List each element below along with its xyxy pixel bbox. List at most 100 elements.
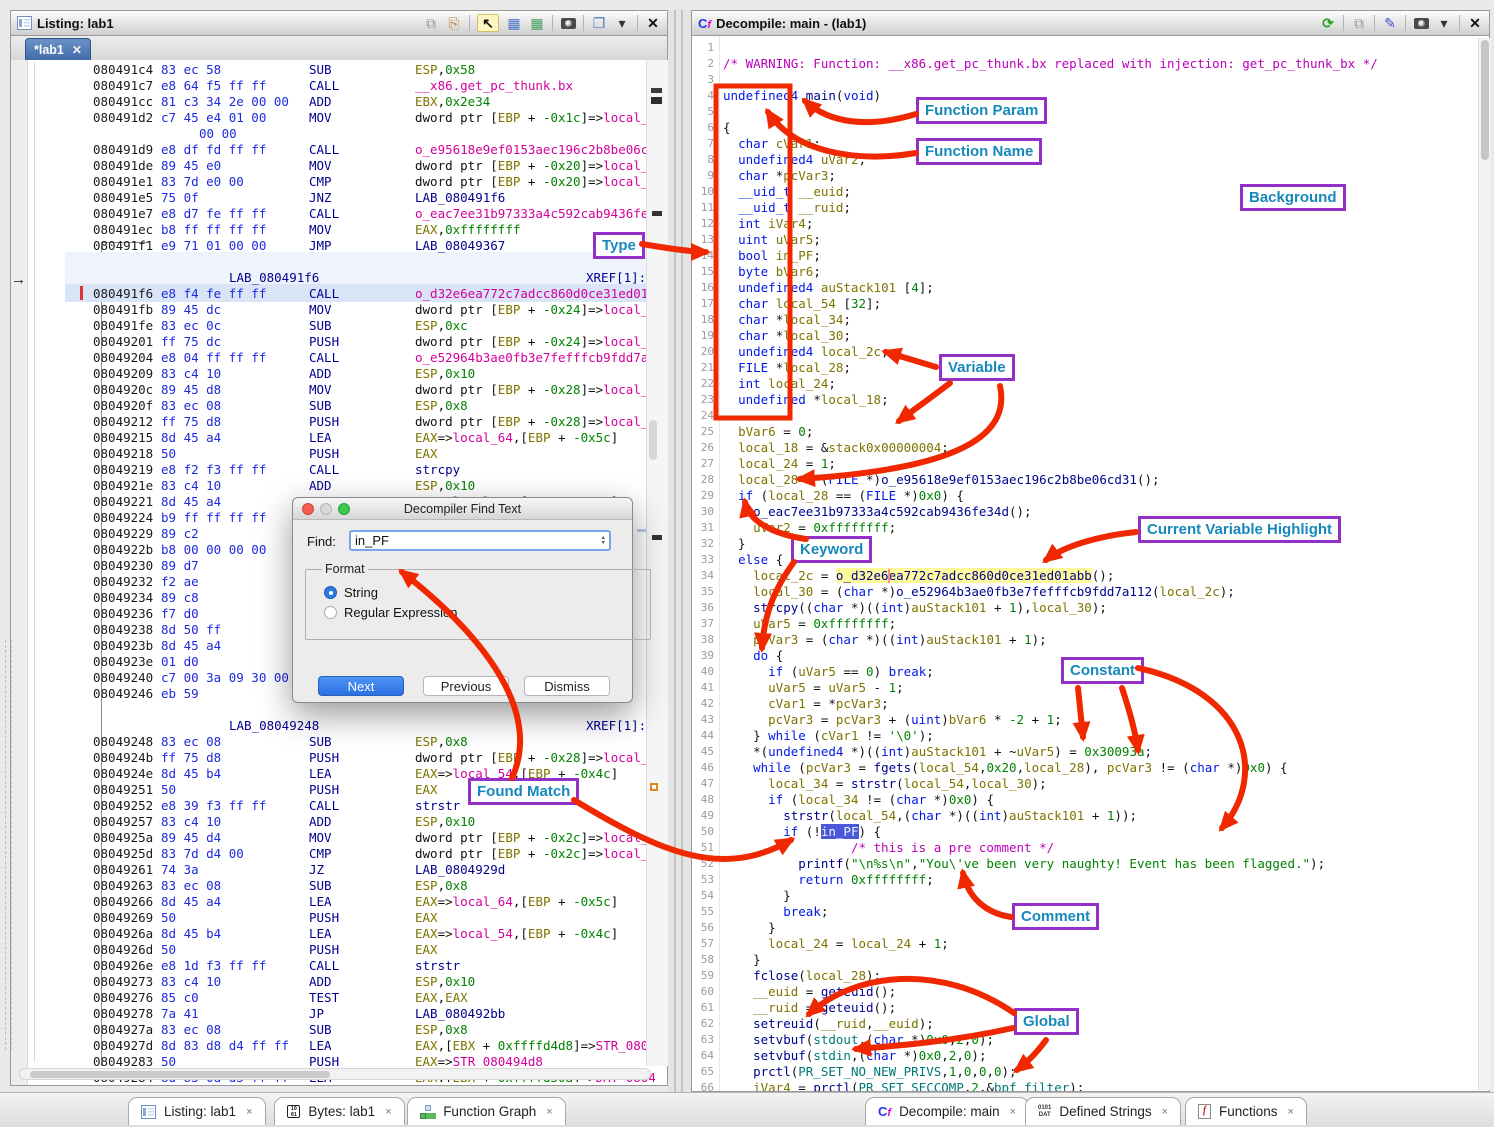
close-icon[interactable]: ✕ <box>645 15 661 31</box>
listing-doc-tab[interactable]: *lab1 ✕ <box>25 38 91 61</box>
listing-row[interactable]: 0804925783 c4 10ADDESP,0x10 <box>93 814 655 830</box>
decompiler-line[interactable]: prctl(PR_SET_NO_NEW_PRIVS,1,0,0,0); <box>723 1064 1017 1080</box>
table-edit-icon[interactable]: ▦ <box>529 15 545 31</box>
listing-row[interactable]: 0804926a8d 45 b4LEAEAX=>local_54,[EBP + … <box>93 926 655 942</box>
listing-row[interactable]: 0804920f83 ec 08SUBESP,0x8 <box>93 398 655 414</box>
listing-row[interactable] <box>93 254 655 270</box>
edit-icon[interactable]: ✎ <box>1382 15 1398 31</box>
decompiler-line[interactable]: uVar5 = uVar5 - 1; <box>723 680 904 696</box>
close-icon[interactable]: × <box>1162 1106 1168 1118</box>
listing-row[interactable]: 0804926174 3aJZLAB_0804929d <box>93 862 655 878</box>
listing-row[interactable]: 080491f1e9 71 01 00 00JMPLAB_08049367 <box>93 238 655 254</box>
decompiler-line[interactable]: if (!in_PF) { <box>723 824 881 840</box>
decompiler-line[interactable]: pcVar3 = pcVar3 + (uint)bVar6 * -2 + 1; <box>723 712 1062 728</box>
decompiler-line[interactable]: undefined4 uVar2; <box>723 152 866 168</box>
listing-row[interactable] <box>93 702 655 718</box>
decompiler-line[interactable]: undefined4 main(void) <box>723 88 881 104</box>
decompiler-line[interactable]: local_2c = o_d32e6ea772c7adcc860d0ce31ed… <box>723 568 1114 584</box>
decompiler-line[interactable]: /* this is a pre comment */ <box>723 840 1054 856</box>
listing-row[interactable]: 00 00 <box>93 126 655 142</box>
listing-row[interactable]: 080492158d 45 a4LEAEAX=>local_64,[EBP + … <box>93 430 655 446</box>
listing-row[interactable]: 0804924bff 75 d8PUSHdword ptr [EBP + -0x… <box>93 750 655 766</box>
nav-mark[interactable] <box>652 211 662 216</box>
decompiler-line[interactable]: setreuid(__ruid,__euid); <box>723 1016 934 1032</box>
close-icon[interactable]: × <box>1010 1106 1016 1118</box>
listing-row[interactable]: 080491ecb8 ff ff ff ffMOVEAX,0xffffffff <box>93 222 655 238</box>
listing-row[interactable]: 080491c483 ec 58SUBESP,0x58 <box>93 62 655 78</box>
tab-listing-lab1[interactable]: Listing: lab1× <box>128 1097 266 1125</box>
nav-mark[interactable] <box>651 97 662 104</box>
close-icon[interactable]: × <box>385 1106 391 1118</box>
decompiler-line[interactable]: do { <box>723 648 783 664</box>
decompiler-line[interactable]: char *local_30; <box>723 328 851 344</box>
decompiler-line[interactable]: local_24 = 1; <box>723 456 836 472</box>
decompiler-line[interactable]: uVar2 = 0xffffffff; <box>723 520 896 536</box>
listing-row[interactable]: 08049201ff 75 dcPUSHdword ptr [EBP + -0x… <box>93 334 655 350</box>
decompiler-line[interactable]: undefined4 auStack101 [4]; <box>723 280 934 296</box>
listing-row[interactable]: 0804927685 c0TESTEAX,EAX <box>93 990 655 1006</box>
previous-button[interactable]: Previous <box>423 676 509 696</box>
decompiler-line[interactable]: iVar4 = prctl(PR_SET_SECCOMP,2,&bpf_filt… <box>723 1080 1084 1092</box>
copy-icon[interactable]: ⧉ <box>1351 15 1367 31</box>
decompiler-vscrollbar[interactable] <box>1478 38 1491 1090</box>
listing-row[interactable]: 080491c7e8 64 f5 ff ffCALL__x86.get_pc_t… <box>93 78 655 94</box>
decompiler-line[interactable]: if (local_34 != (char *)0x0) { <box>723 792 994 808</box>
listing-row[interactable]: 080491de89 45 e0MOVdword ptr [EBP + -0x2… <box>93 158 655 174</box>
radio-regex[interactable]: Regular Expression <box>324 605 638 620</box>
decompiler-line[interactable]: /* WARNING: Function: __x86.get_pc_thunk… <box>723 56 1378 72</box>
radio-string[interactable]: String <box>324 585 638 600</box>
cursor-select-icon[interactable]: ↖ <box>477 14 499 32</box>
decompiler-line[interactable]: if (local_28 == (FILE *)0x0) { <box>723 488 964 504</box>
tab-function-graph[interactable]: Function Graph× <box>407 1097 566 1125</box>
listing-hscrollbar[interactable] <box>19 1068 651 1080</box>
panel-splitter[interactable] <box>668 10 691 1092</box>
listing-row[interactable]: 080492668d 45 a4LEAEAX=>local_64,[EBP + … <box>93 894 655 910</box>
decompile-panel-header[interactable]: Cf Decompile: main - (lab1) ⟳⧉✎▾✕ <box>691 10 1490 36</box>
decompiler-line[interactable]: strcpy((char *)((int)auStack101 + 1),loc… <box>723 600 1107 616</box>
decompiler-line[interactable]: cVar1 = *pcVar3; <box>723 696 889 712</box>
listing-row[interactable]: 08049212ff 75 d8PUSHdword ptr [EBP + -0x… <box>93 414 655 430</box>
display-options-icon[interactable]: ❐ <box>591 15 607 31</box>
tab-bytes-lab1[interactable]: 1001Bytes: lab1× <box>274 1097 404 1125</box>
tab-decompile-main[interactable]: CfDecompile: main× <box>865 1097 1029 1125</box>
listing-row[interactable]: 080491d2c7 45 e4 01 00MOVdword ptr [EBP … <box>93 110 655 126</box>
close-icon[interactable]: × <box>246 1106 252 1118</box>
decompiler-line[interactable]: local_24 = local_24 + 1; <box>723 936 949 952</box>
close-icon[interactable]: × <box>546 1106 552 1118</box>
decompiler-line[interactable]: o_eac7ee31b97333a4c592cab9436fe34d(); <box>723 504 1032 520</box>
combo-spinner-icon[interactable]: ▲▼ <box>601 536 606 545</box>
hscroll-thumb[interactable] <box>30 1071 330 1078</box>
listing-row[interactable]: 0804921e83 c4 10ADDESP,0x10 <box>93 478 655 494</box>
decompiler-line[interactable]: setvbuf(stdin,(char *)0x0,2,0); <box>723 1048 986 1064</box>
decompiler-line[interactable]: byte bVar6; <box>723 264 821 280</box>
decompiler-line[interactable]: setvbuf(stdout,(char *)0x0,2,0); <box>723 1032 994 1048</box>
listing-row[interactable]: 0804926383 ec 08SUBESP,0x8 <box>93 878 655 894</box>
close-icon[interactable]: ✕ <box>1467 15 1483 31</box>
decompiler-line[interactable]: char cVar1; <box>723 136 821 152</box>
decompiler-line[interactable]: { <box>723 120 731 136</box>
listing-row[interactable]: 080491e183 7d e0 00CMPdword ptr [EBP + -… <box>93 174 655 190</box>
decompiler-view[interactable]: 12/* WARNING: Function: __x86.get_pc_thu… <box>691 36 1490 1092</box>
listing-row[interactable]: 080491cc81 c3 34 2e 00 00ADDEBX,0x2e34 <box>93 94 655 110</box>
chevron-down-icon[interactable]: ▾ <box>614 15 630 31</box>
listing-row[interactable]: 080491e7e8 d7 fe ff ffCALLo_eac7ee31b973… <box>93 206 655 222</box>
decompiler-line[interactable]: char *pcVar3; <box>723 168 836 184</box>
chevron-down-icon[interactable]: ▾ <box>1436 15 1452 31</box>
decompiler-line[interactable]: undefined *local_18; <box>723 392 889 408</box>
decompiler-line[interactable]: printf("\n%s\n","You\'ve been very naugh… <box>723 856 1325 872</box>
nav-thumb[interactable] <box>649 420 657 460</box>
decompiler-line[interactable]: fclose(local_28); <box>723 968 881 984</box>
listing-row[interactable]: 0804926950PUSHEAX <box>93 910 655 926</box>
dialog-titlebar[interactable]: Decompiler Find Text <box>293 498 632 520</box>
table-icon[interactable]: ▦ <box>506 15 522 31</box>
decompiler-line[interactable]: int local_24; <box>723 376 836 392</box>
decompiler-line[interactable]: char *local_34; <box>723 312 851 328</box>
listing-row[interactable]: 08049219e8 f2 f3 ff ffCALLstrcpy <box>93 462 655 478</box>
decompiler-line[interactable]: __uid_t __euid; <box>723 184 851 200</box>
listing-row[interactable]: 080491d9e8 df fd ff ffCALLo_e95618e9ef01… <box>93 142 655 158</box>
listing-row[interactable]: 080491e575 0fJNZLAB_080491f6 <box>93 190 655 206</box>
decompiler-line[interactable]: local_18 = &stack0x00000004; <box>723 440 949 456</box>
listing-row[interactable]: 0804926d50PUSHEAX <box>93 942 655 958</box>
decompiler-line[interactable]: if (uVar5 == 0) break; <box>723 664 934 680</box>
dismiss-button[interactable]: Dismiss <box>524 676 610 696</box>
